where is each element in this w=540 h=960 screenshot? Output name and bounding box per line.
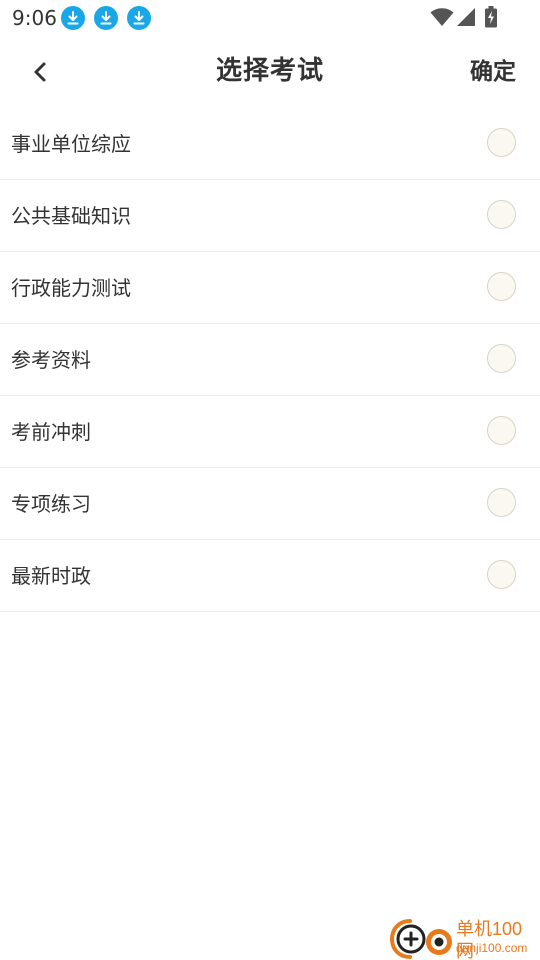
page-title: 选择考试 (215, 56, 324, 86)
radio-button[interactable] (487, 416, 516, 445)
exam-option-label: 行政能力测试 (11, 276, 131, 300)
confirm-button[interactable]: 确定 (470, 56, 516, 88)
status-time: 9:06 (12, 6, 57, 30)
download-icon (61, 6, 85, 30)
screen: 9:06 选择考试 确定 事业单位综应 公共基础知识 行政能力测试 参考资料 考… (0, 0, 540, 960)
radio-button[interactable] (487, 488, 516, 517)
exam-option-label: 事业单位综应 (11, 132, 131, 156)
exam-option[interactable]: 事业单位综应 (0, 108, 540, 180)
download-icon (127, 6, 151, 30)
radio-button[interactable] (487, 200, 516, 229)
exam-option-label: 专项练习 (11, 492, 91, 516)
exam-option-label: 最新时政 (11, 564, 91, 588)
radio-button[interactable] (487, 128, 516, 157)
exam-option-label: 考前冲刺 (11, 420, 91, 444)
exam-option[interactable]: 考前冲刺 (0, 396, 540, 468)
exam-option-list: 事业单位综应 公共基础知识 行政能力测试 参考资料 考前冲刺 专项练习 最新时政 (0, 108, 540, 612)
exam-option[interactable]: 行政能力测试 (0, 252, 540, 324)
header: 选择考试 确定 (0, 36, 540, 108)
exam-option[interactable]: 参考资料 (0, 324, 540, 396)
exam-option-label: 参考资料 (11, 348, 91, 372)
radio-button[interactable] (487, 344, 516, 373)
radio-button[interactable] (487, 560, 516, 589)
wifi-icon (430, 7, 454, 31)
watermark-logo-icon (389, 918, 454, 960)
cell-signal-icon (455, 7, 477, 31)
watermark: 单机100网 danji100.com (388, 914, 540, 960)
status-bar: 9:06 (0, 0, 540, 36)
battery-charging-icon (484, 6, 498, 32)
exam-option[interactable]: 最新时政 (0, 540, 540, 612)
exam-option-label: 公共基础知识 (11, 204, 131, 228)
exam-option[interactable]: 公共基础知识 (0, 180, 540, 252)
radio-button[interactable] (487, 272, 516, 301)
watermark-domain: danji100.com (456, 941, 528, 955)
exam-option[interactable]: 专项练习 (0, 468, 540, 540)
download-icon (94, 6, 118, 30)
